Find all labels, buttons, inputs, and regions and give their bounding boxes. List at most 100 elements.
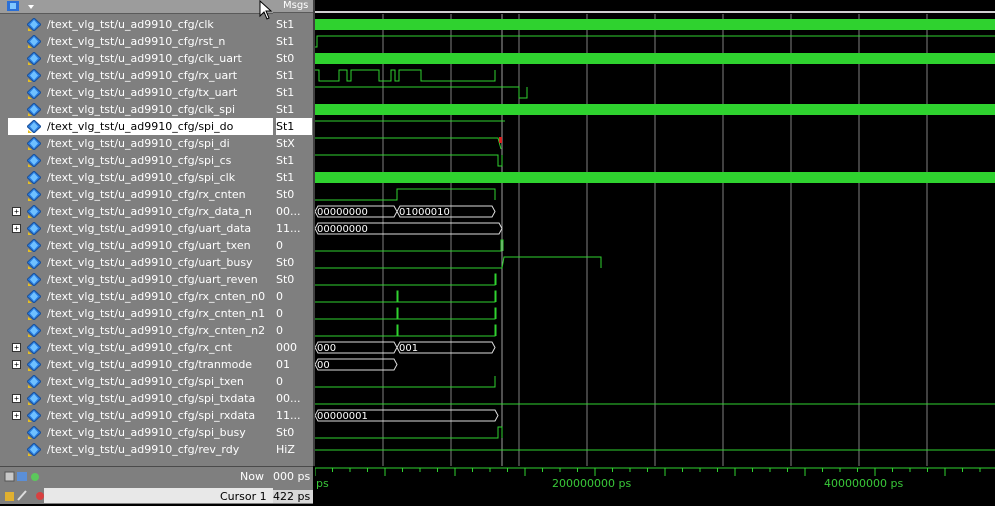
signal-row[interactable]: + /text_vlg_tst/u_ad9910_cfg/rx_data_n: [0, 203, 273, 220]
expand-icon[interactable]: +: [12, 394, 21, 403]
signal-name: /text_vlg_tst/u_ad9910_cfg/rx_cnten_n2: [47, 324, 266, 337]
signal-name: /text_vlg_tst/u_ad9910_cfg/rx_uart: [47, 69, 238, 82]
signal-diamond-icon: [27, 222, 41, 235]
signal-name: /text_vlg_tst/u_ad9910_cfg/clk_spi: [47, 103, 236, 116]
bus-rx-cnt-b-label: 001: [399, 343, 418, 354]
signal-row[interactable]: + /text_vlg_tst/u_ad9910_cfg/uart_data: [0, 220, 273, 237]
signal-row[interactable]: /text_vlg_tst/u_ad9910_cfg/uart_busy: [0, 254, 273, 271]
signal-value: 0: [276, 307, 283, 320]
signal-value: St0: [276, 273, 295, 286]
signal-diamond-icon: [27, 137, 41, 150]
time-tick-2: 400000000 ps: [824, 477, 904, 490]
signal-row[interactable]: /text_vlg_tst/u_ad9910_cfg/uart_reven: [0, 271, 273, 288]
expand-icon[interactable]: +: [12, 343, 21, 352]
expand-icon[interactable]: +: [12, 360, 21, 369]
signal-value: 0: [276, 324, 283, 337]
signal-row[interactable]: /text_vlg_tst/u_ad9910_cfg/rx_cnten_n2: [0, 322, 273, 339]
mouse-pointer-icon: [259, 0, 273, 20]
signal-row[interactable]: /text_vlg_tst/u_ad9910_cfg/rx_uart: [0, 67, 273, 84]
signal-row[interactable]: /text_vlg_tst/u_ad9910_cfg/clk: [0, 16, 273, 33]
signal-row[interactable]: /text_vlg_tst/u_ad9910_cfg/rx_cnten_n1: [0, 305, 273, 322]
expand-icon[interactable]: +: [12, 207, 21, 216]
signal-row[interactable]: + /text_vlg_tst/u_ad9910_cfg/spi_txdata: [0, 390, 273, 407]
signal-name: /text_vlg_tst/u_ad9910_cfg/spi_rxdata: [47, 409, 256, 422]
signal-value: 00...: [276, 392, 301, 405]
signal-name: /text_vlg_tst/u_ad9910_cfg/clk: [47, 18, 214, 31]
waveform-pane[interactable]: 00000000 01000010 00000000 000 001 00 00000001: [315, 0, 995, 466]
signal-diamond-icon: [27, 256, 41, 269]
waveform-canvas[interactable]: 00000000 0100001000000000000 0010000000001: [315, 0, 995, 466]
signal-row[interactable]: /text_vlg_tst/u_ad9910_cfg/uart_txen: [0, 237, 273, 254]
cursor-label[interactable]: Cursor 1: [220, 490, 267, 503]
signal-pane-header[interactable]: [0, 0, 273, 14]
signal-name: /text_vlg_tst/u_ad9910_cfg/uart_busy: [47, 256, 253, 269]
bus-rx-data-n-b-label: 01000010: [399, 207, 450, 218]
signal-value: St1: [276, 171, 295, 184]
signal-row[interactable]: /text_vlg_tst/u_ad9910_cfg/spi_busy: [0, 424, 273, 441]
signal-value: St1: [276, 118, 312, 135]
signal-diamond-icon: [27, 290, 41, 303]
signal-value: 0: [276, 375, 283, 388]
wave-spi-cs: [315, 154, 503, 167]
signal-diamond-icon: [27, 86, 41, 99]
bus-uart-data-label: 00000000: [317, 224, 368, 235]
signal-diamond-icon: [27, 120, 41, 133]
signal-diamond-icon: [27, 324, 41, 337]
wave-spi-busy: [315, 426, 503, 439]
signal-name: /text_vlg_tst/u_ad9910_cfg/spi_clk: [47, 171, 236, 184]
signal-diamond-icon: [27, 154, 41, 167]
signal-row[interactable]: /text_vlg_tst/u_ad9910_cfg/rst_n: [0, 33, 273, 50]
now-label: Now: [240, 470, 264, 483]
signal-diamond-icon: [27, 392, 41, 405]
signal-row[interactable]: /text_vlg_tst/u_ad9910_cfg/spi_di: [0, 135, 273, 152]
signal-name: /text_vlg_tst/u_ad9910_cfg/rx_cnten_n1: [47, 307, 266, 320]
signal-name: /text_vlg_tst/u_ad9910_cfg/rev_rdy: [47, 443, 240, 456]
expand-icon[interactable]: +: [12, 224, 21, 233]
signal-row[interactable]: /text_vlg_tst/u_ad9910_cfg/rev_rdy: [0, 441, 273, 458]
signal-value: St1: [276, 18, 295, 31]
signal-row[interactable]: /text_vlg_tst/u_ad9910_cfg/spi_cs: [0, 152, 273, 169]
signal-row[interactable]: /text_vlg_tst/u_ad9910_cfg/clk_spi: [0, 101, 273, 118]
signal-name: /text_vlg_tst/u_ad9910_cfg/rx_cnt: [47, 341, 232, 354]
signal-value: 000: [276, 341, 297, 354]
signal-diamond-icon: [27, 188, 41, 201]
bus-spi-rxdata-label: 00000001: [317, 411, 368, 422]
signal-row[interactable]: /text_vlg_tst/u_ad9910_cfg/spi_txen: [0, 373, 273, 390]
signal-row[interactable]: + /text_vlg_tst/u_ad9910_cfg/rx_cnt: [0, 339, 273, 356]
signal-value: St1: [276, 86, 295, 99]
edit-cursor-icon: [17, 490, 27, 501]
signal-row[interactable]: + /text_vlg_tst/u_ad9910_cfg/spi_rxdata: [0, 407, 273, 424]
wave-toolbar-icon[interactable]: [6, 0, 36, 13]
signal-value: St1: [276, 69, 295, 82]
signal-row[interactable]: /text_vlg_tst/u_ad9910_cfg/spi_do: [8, 118, 273, 135]
signal-value: 11...: [276, 222, 301, 235]
signal-value: St0: [276, 52, 295, 65]
bus-rx-cnt-a-label: 000: [317, 343, 336, 354]
cursor-value[interactable]: 422 ps: [273, 490, 313, 503]
signal-row[interactable]: /text_vlg_tst/u_ad9910_cfg/clk_uart: [0, 50, 273, 67]
signal-name: /text_vlg_tst/u_ad9910_cfg/rx_cnten_n0: [47, 290, 266, 303]
signal-name: /text_vlg_tst/u_ad9910_cfg/uart_reven: [47, 273, 258, 286]
signal-diamond-icon: [27, 171, 41, 184]
expand-icon[interactable]: +: [12, 411, 21, 420]
signal-value: 01: [276, 358, 290, 371]
wave-tx-uart: [315, 86, 528, 99]
add-cursor-icon: [17, 472, 27, 481]
signal-row[interactable]: /text_vlg_tst/u_ad9910_cfg/rx_cnten: [0, 186, 273, 203]
wave-uart-busy: [315, 256, 602, 269]
signal-value: 0: [276, 239, 283, 252]
wave-clk-uart: [315, 53, 995, 64]
signal-row[interactable]: /text_vlg_tst/u_ad9910_cfg/tx_uart: [0, 84, 273, 101]
msgs-header: Msgs: [273, 0, 313, 13]
bus-tranmode-label: 00: [317, 360, 330, 371]
signal-value: HiZ: [276, 443, 295, 456]
signal-row[interactable]: /text_vlg_tst/u_ad9910_cfg/rx_cnten_n0: [0, 288, 273, 305]
signal-name: /text_vlg_tst/u_ad9910_cfg/rx_data_n: [47, 205, 252, 218]
signal-diamond-icon: [27, 358, 41, 371]
signal-row[interactable]: + /text_vlg_tst/u_ad9910_cfg/tranmode: [0, 356, 273, 373]
signal-name: /text_vlg_tst/u_ad9910_cfg/spi_txdata: [47, 392, 256, 405]
signal-diamond-icon: [27, 273, 41, 286]
signal-diamond-icon: [27, 52, 41, 65]
signal-name: /text_vlg_tst/u_ad9910_cfg/spi_do: [47, 120, 234, 133]
signal-row[interactable]: /text_vlg_tst/u_ad9910_cfg/spi_clk: [0, 169, 273, 186]
